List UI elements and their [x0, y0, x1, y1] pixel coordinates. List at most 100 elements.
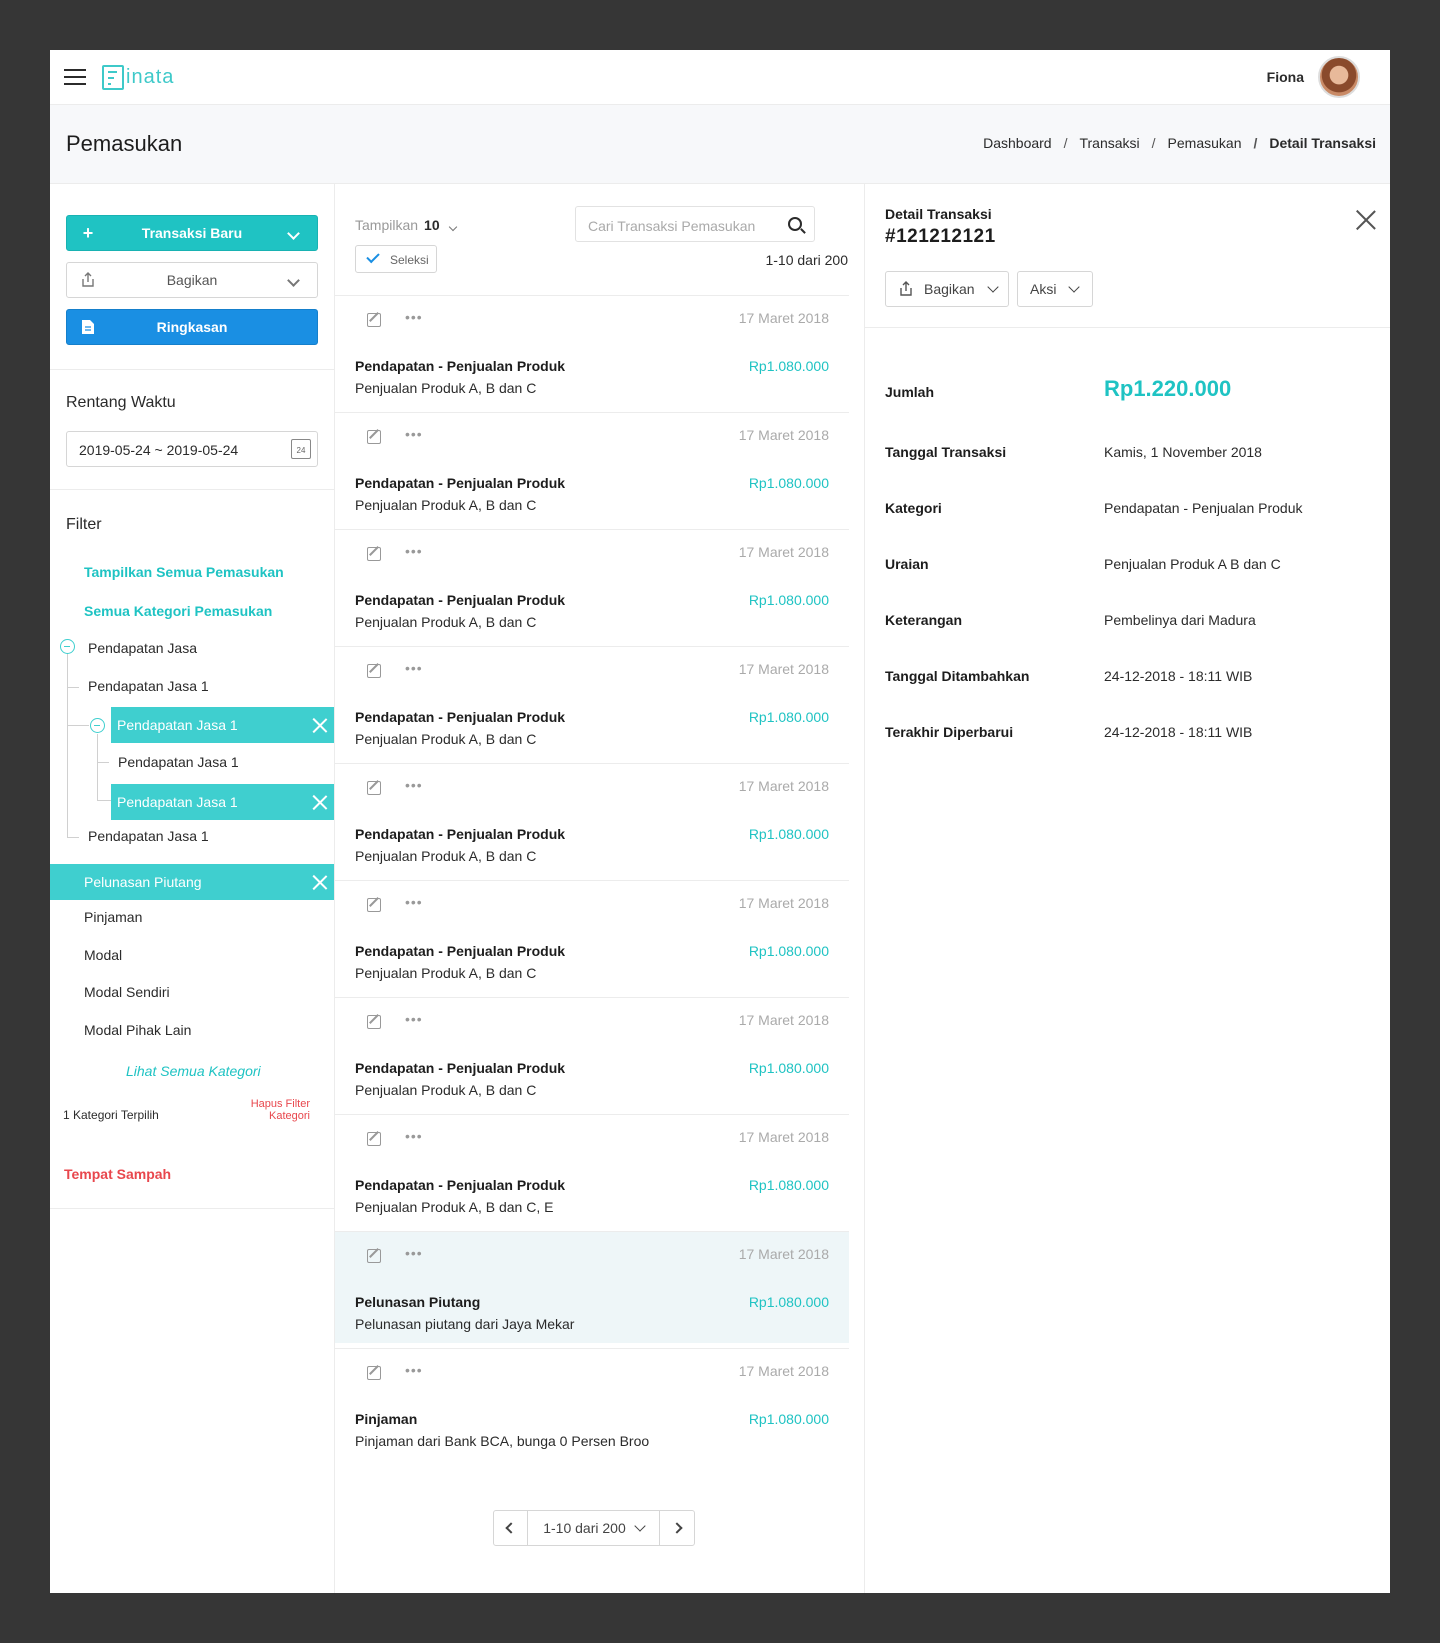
category-pendapatan-jasa-1[interactable]: Pendapatan Jasa 1	[88, 678, 209, 694]
show-all-income-link[interactable]: Tampilkan Semua Pemasukan	[84, 564, 284, 580]
select-button[interactable]: Seleksi	[355, 245, 437, 273]
more-icon[interactable]: •••	[405, 1011, 423, 1027]
avatar[interactable]	[1318, 56, 1360, 98]
more-icon[interactable]: •••	[405, 426, 423, 442]
page-size-select[interactable]: Tampilkan 10	[355, 217, 457, 233]
transaction-date: 17 Maret 2018	[738, 1012, 829, 1028]
collapse-icon[interactable]	[90, 718, 105, 733]
transaction-row[interactable]: ••• 17 Maret 2018 Pinjaman Rp1.080.000 Pinja…	[335, 1348, 849, 1460]
summary-label: Ringkasan	[156, 319, 228, 335]
transaction-amount: Rp1.080.000	[748, 1177, 829, 1193]
detail-field-value: Pendapatan - Penjualan Produk	[1104, 500, 1303, 516]
new-transaction-label: Transaksi Baru	[141, 225, 243, 241]
clear-filter-link[interactable]: Hapus Filter Kategori	[240, 1098, 310, 1122]
close-icon[interactable]	[312, 717, 328, 733]
prev-page-button[interactable]	[494, 1511, 528, 1545]
divider	[50, 369, 334, 370]
transaction-row[interactable]: ••• 17 Maret 2018 Pendapatan - Penjualan P…	[335, 646, 849, 758]
detail-field-value: Pembelinya dari Madura	[1104, 612, 1256, 628]
edit-icon[interactable]	[367, 898, 381, 912]
transaction-amount: Rp1.080.000	[748, 592, 829, 608]
edit-icon[interactable]	[367, 1249, 381, 1263]
transaction-description: Penjualan Produk A, B dan C, E	[355, 1199, 554, 1215]
page-select[interactable]: 1-10 dari 200	[528, 1511, 660, 1545]
share-icon	[79, 271, 97, 289]
search-placeholder: Cari Transaksi Pemasukan	[588, 218, 756, 234]
more-icon[interactable]: •••	[405, 777, 423, 793]
trash-link[interactable]: Tempat Sampah	[64, 1166, 171, 1182]
transaction-title: Pendapatan - Penjualan Produk	[355, 358, 566, 374]
detail-field-label: Tanggal Transaksi	[885, 444, 1007, 460]
chevron-down-icon	[986, 281, 999, 293]
category-pendapatan-jasa-1-selected[interactable]: Pendapatan Jasa 1	[111, 707, 334, 743]
category-pendapatan-jasa-1-child-selected[interactable]: Pendapatan Jasa 1	[111, 784, 334, 820]
category-pendapatan-jasa[interactable]: Pendapatan Jasa	[88, 640, 197, 656]
transaction-row[interactable]: ••• 17 Maret 2018 Pendapatan - Penjualan P…	[335, 997, 849, 1109]
more-icon[interactable]: •••	[405, 543, 423, 559]
filter-title: Filter	[66, 516, 102, 533]
close-icon[interactable]	[1356, 210, 1376, 230]
calendar-icon[interactable]: 24	[291, 439, 311, 459]
transaction-row[interactable]: ••• 17 Maret 2018 Pendapatan - Penjualan P…	[335, 529, 849, 641]
chevron-down-icon	[448, 222, 457, 232]
app-window: inata Fiona Pemasukan Dashboard / Transa…	[50, 50, 1390, 1593]
edit-icon[interactable]	[367, 781, 381, 795]
edit-icon[interactable]	[367, 547, 381, 561]
close-icon[interactable]	[312, 794, 328, 810]
transaction-amount: Rp1.080.000	[748, 1060, 829, 1076]
detail-field-label: Jumlah	[885, 384, 935, 400]
next-page-button[interactable]	[660, 1511, 694, 1545]
divider	[865, 327, 1390, 328]
edit-icon[interactable]	[367, 430, 381, 444]
more-icon[interactable]: •••	[405, 309, 423, 325]
transaction-description: Penjualan Produk A, B dan C	[355, 380, 537, 396]
detail-field-value: 24-12-2018 - 18:11 WIB	[1104, 724, 1253, 740]
category-modal-sendiri[interactable]: Modal Sendiri	[84, 984, 170, 1000]
breadcrumb-transaksi[interactable]: Transaksi	[1079, 135, 1139, 151]
date-range-input[interactable]: 2019-05-24 ~ 2019-05-24 24	[66, 431, 318, 467]
transaction-row[interactable]: ••• 17 Maret 2018 Pendapatan - Penjualan P…	[335, 1114, 849, 1226]
transaction-row[interactable]: ••• 17 Maret 2018 Pendapatan - Penjualan P…	[335, 295, 849, 407]
page-size-value: 10	[424, 217, 440, 233]
see-all-categories-link[interactable]: Lihat Semua Kategori	[126, 1063, 261, 1079]
edit-icon[interactable]	[367, 1366, 381, 1380]
logo[interactable]: inata	[102, 64, 174, 90]
all-income-categories-link[interactable]: Semua Kategori Pemasukan	[84, 603, 272, 619]
more-icon[interactable]: •••	[405, 660, 423, 676]
action-button[interactable]: Aksi	[1017, 271, 1093, 307]
category-modal[interactable]: Modal	[84, 947, 122, 963]
edit-icon[interactable]	[367, 664, 381, 678]
edit-icon[interactable]	[367, 1132, 381, 1146]
more-icon[interactable]: •••	[405, 894, 423, 910]
search-icon[interactable]	[788, 217, 802, 231]
detail-share-button[interactable]: Bagikan	[885, 271, 1009, 307]
transaction-row[interactable]: ••• 17 Maret 2018 Pendapatan - Penjualan P…	[335, 763, 849, 875]
share-button[interactable]: Bagikan	[66, 262, 318, 298]
breadcrumb-dashboard[interactable]: Dashboard	[983, 135, 1052, 151]
tree-line	[97, 734, 98, 800]
transaction-amount: Rp1.080.000	[748, 1411, 829, 1427]
transaction-row[interactable]: ••• 17 Maret 2018 Pendapatan - Penjualan P…	[335, 880, 849, 992]
more-icon[interactable]: •••	[405, 1362, 423, 1378]
more-icon[interactable]: •••	[405, 1128, 423, 1144]
category-pinjaman[interactable]: Pinjaman	[84, 909, 142, 925]
category-pelunasan-piutang-selected[interactable]: Pelunasan Piutang	[50, 864, 334, 900]
category-pendapatan-jasa-1-sibling[interactable]: Pendapatan Jasa 1	[88, 828, 209, 844]
transaction-row[interactable]: ••• 17 Maret 2018 Pendapatan - Penjualan P…	[335, 412, 849, 524]
search-input[interactable]: Cari Transaksi Pemasukan	[575, 206, 815, 242]
new-transaction-button[interactable]: + Transaksi Baru	[66, 215, 318, 251]
user-menu[interactable]: Fiona	[1267, 56, 1360, 98]
collapse-icon[interactable]	[60, 639, 75, 654]
summary-button[interactable]: Ringkasan	[66, 309, 318, 345]
more-icon[interactable]: •••	[405, 1245, 423, 1261]
transaction-title: Pendapatan - Penjualan Produk	[355, 592, 566, 608]
close-icon[interactable]	[312, 874, 328, 890]
breadcrumb-pemasukan[interactable]: Pemasukan	[1168, 135, 1242, 151]
category-modal-pihak-lain[interactable]: Modal Pihak Lain	[84, 1022, 191, 1038]
date-range-value: 2019-05-24 ~ 2019-05-24	[79, 442, 239, 458]
transaction-row[interactable]: ••• 17 Maret 2018 Pelunasan Piutang Rp1.080…	[335, 1231, 849, 1343]
edit-icon[interactable]	[367, 1015, 381, 1029]
edit-icon[interactable]	[367, 313, 381, 327]
category-pendapatan-jasa-1-child[interactable]: Pendapatan Jasa 1	[118, 754, 239, 770]
menu-icon[interactable]	[64, 69, 86, 85]
